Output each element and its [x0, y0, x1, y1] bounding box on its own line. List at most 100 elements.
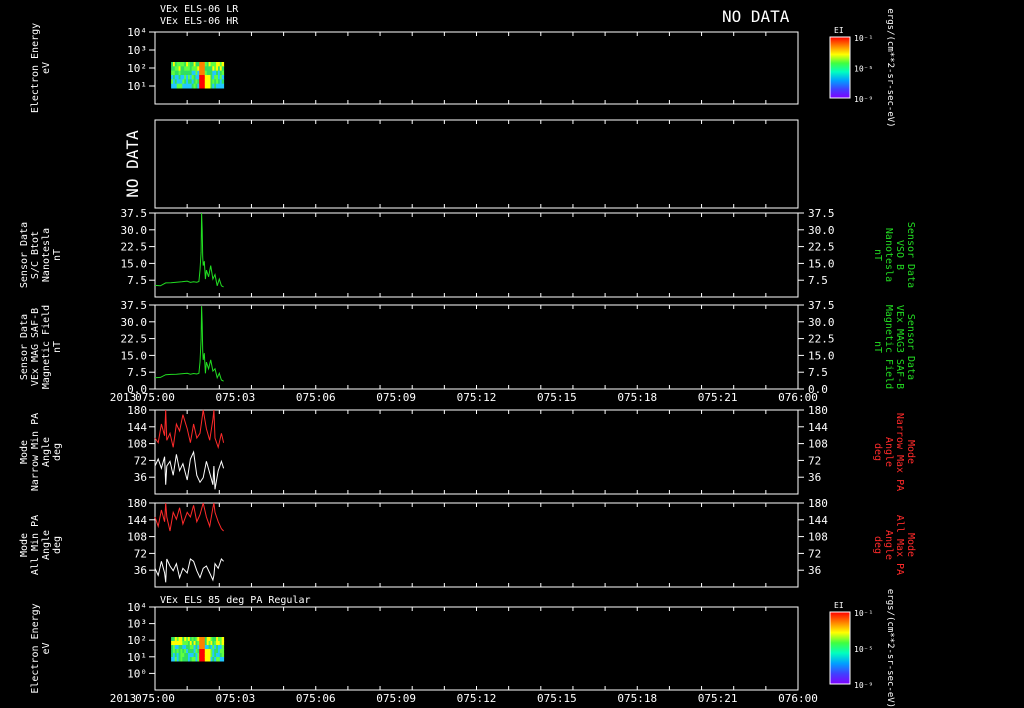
spec2-ytick-label: 10⁰ — [127, 667, 147, 680]
pa_all-ylabel-line: deg — [872, 536, 883, 554]
x-tick-label: 075:18 — [617, 391, 657, 404]
x-tick-label: 075:00 — [135, 391, 175, 404]
bmag2-ylabel-line: nT — [52, 341, 63, 353]
spec2-cell — [221, 649, 225, 654]
pa_all-ylabel-line: Mode — [19, 533, 30, 557]
spec2-cell — [221, 645, 225, 650]
spec1-colorbar-unit: ergs/(cm**2-sr-sec-eV) — [885, 8, 895, 127]
spec1-colorbar-label: EI — [834, 26, 844, 35]
spec1-ytick-label: 10² — [127, 62, 147, 75]
spec2-cell — [221, 637, 225, 642]
spec2-colorbar-tick: 10⁻¹ — [854, 609, 873, 618]
bmag2-ytick-label-right: 22.5 — [808, 333, 835, 346]
pa_narrow-ylabel-line: Narrow Max PA — [894, 413, 905, 491]
bmag1-ylabel-line: Sensor Data — [19, 222, 30, 288]
pa_narrow-ytick-label-right: 180 — [808, 404, 828, 417]
bmag2-ylabel-line: VEx MAG3 SAF-B — [894, 305, 905, 389]
bmag2-ytick-label-right: 30.0 — [808, 316, 835, 329]
nodata-frame — [154, 119, 799, 209]
spec2-ytick-label: 10¹ — [127, 651, 147, 664]
plot-figure: VEx ELS-06 LR VEx ELS-06 HR NO DATA 10⁴ 1… — [0, 0, 1024, 708]
pa_all-series-1 — [154, 558, 224, 583]
x-tick-label: 075:21 — [698, 692, 738, 705]
plot-canvas: VEx ELS-06 LR VEx ELS-06 HR NO DATA 10⁴ 1… — [19, 4, 916, 708]
x-tick-label: 075:00 — [135, 692, 175, 705]
bmag2-ytick-label: 7.5 — [127, 366, 147, 379]
bmag1-ylabel-line: nT — [872, 249, 883, 261]
pa_all-ylabel-right: ModeAll Max PAAngledeg — [872, 515, 916, 575]
pa_all-ytick-label: 144 — [127, 514, 147, 527]
pa_all-ylabel-line: Angle — [41, 530, 52, 560]
spec2-ylabel-line: eV — [41, 642, 52, 654]
spec2-colorbar-label: EI — [834, 601, 844, 610]
pa_all-ytick-label-right: 36 — [808, 564, 821, 577]
pa_all-ytick-label: 180 — [127, 497, 147, 510]
pa_all-ytick-label-right: 72 — [808, 547, 821, 560]
x-tick-label: 075:03 — [216, 692, 256, 705]
bmag1-ytick-label-right: 22.5 — [808, 241, 835, 254]
pa_narrow-ytick-label-right: 108 — [808, 438, 828, 451]
spec2-ylabel-left: Electron Energy eV — [30, 603, 52, 693]
spec1-cell — [221, 66, 225, 72]
pa_narrow-ylabel-right: ModeNarrow Max PAAngledeg — [872, 413, 916, 491]
bmag1-ylabel-line: Sensor Data — [905, 222, 916, 288]
spec1-cell — [221, 79, 225, 85]
spec2-colorbar-tick: 10⁻⁵ — [854, 645, 873, 654]
bmag2-ylabel-line: Magnetic Field — [883, 305, 894, 389]
spec1-ytick-label: 10¹ — [127, 80, 147, 93]
spec1-ylabel-line: Electron Energy — [30, 23, 41, 113]
bmag1-ytick-label-right: 15.0 — [808, 257, 835, 270]
pa_narrow-ylabel-left: Mode Narrow Min PA Angle deg — [19, 413, 63, 491]
bmag1-ytick-label: 15.0 — [121, 257, 148, 270]
pa_all-ytick-label: 72 — [134, 547, 147, 560]
bmag1-ylabel-line: Nanotesla — [41, 228, 52, 282]
bmag1-ytick-label: 37.5 — [121, 207, 148, 220]
pa_narrow-ytick-label-right: 72 — [808, 454, 821, 467]
bmag2-ytick-label: 30.0 — [121, 316, 148, 329]
x-tick-label: 075:06 — [296, 692, 336, 705]
x-tick-label: 075:18 — [617, 692, 657, 705]
spec1-colorbar-tick: 10⁻⁹ — [854, 95, 873, 104]
bmag1-ylabel-right: Sensor DataVSO BNanoteslanT — [872, 222, 916, 288]
bmag1-ytick-label: 22.5 — [121, 241, 148, 254]
bmag1-ylabel-left: Sensor Data S/C Btot Nanotesla nT — [19, 222, 63, 288]
x-tick-label: 076:00 — [778, 391, 818, 404]
pa_narrow-ytick-label: 108 — [127, 438, 147, 451]
pa_all-ytick-label: 108 — [127, 531, 147, 544]
spec2-cell — [221, 657, 225, 662]
pa_narrow-ytick-label: 144 — [127, 421, 147, 434]
x-year-label: 2013 — [110, 391, 137, 404]
spec2-ytick-label: 10² — [127, 634, 147, 647]
pa_all-ylabel-line: Mode — [905, 533, 916, 557]
spec2-colorbar — [829, 611, 851, 685]
x-tick-label: 075:21 — [698, 391, 738, 404]
spec1-cell — [221, 70, 225, 76]
bmag2-ylabel-line: nT — [872, 341, 883, 353]
pa_all-ytick-label: 36 — [134, 564, 147, 577]
spec1-colorbar-tick: 10⁻¹ — [854, 34, 873, 43]
x-tick-label: 075:03 — [216, 391, 256, 404]
x-year-label: 2013 — [110, 692, 137, 705]
bmag1-ylabel-line: VSO B — [894, 240, 905, 270]
no-data-title: NO DATA — [722, 7, 790, 26]
spec2-colorbar-tick: 10⁻⁹ — [854, 681, 873, 690]
pa_narrow-ylabel-line: Mode — [19, 440, 30, 464]
pa_narrow-ylabel-line: Angle — [883, 437, 894, 467]
spec1-frame — [154, 31, 799, 105]
spec2-ylabel-line: Electron Energy — [30, 603, 41, 693]
spec1-ylabel-left: Electron Energy eV — [30, 23, 52, 113]
spec1-ytick-label: 10⁴ — [127, 26, 147, 39]
spec2-title: VEx ELS 85 deg PA Regular — [160, 595, 311, 606]
spec1-colorbar-tick: 10⁻⁵ — [854, 65, 873, 74]
bmag2-ylabel-line: VEx MAG SAF-B — [30, 308, 41, 386]
bmag2-ytick-label: 15.0 — [121, 349, 148, 362]
pa_narrow-ytick-label: 72 — [134, 454, 147, 467]
pa_all-ylabel-line: All Min PA — [30, 515, 41, 575]
bmag2-ytick-label-right: 37.5 — [808, 299, 835, 312]
spec1-cell — [221, 83, 225, 89]
bmag2-ylabel-line: Sensor Data — [905, 314, 916, 380]
pa_all-ylabel-left: Mode All Min PA Angle deg — [19, 515, 63, 575]
bmag2-ytick-label-right: 7.5 — [808, 366, 828, 379]
x-tick-label: 075:09 — [376, 692, 416, 705]
pa_all-ytick-label-right: 144 — [808, 514, 828, 527]
